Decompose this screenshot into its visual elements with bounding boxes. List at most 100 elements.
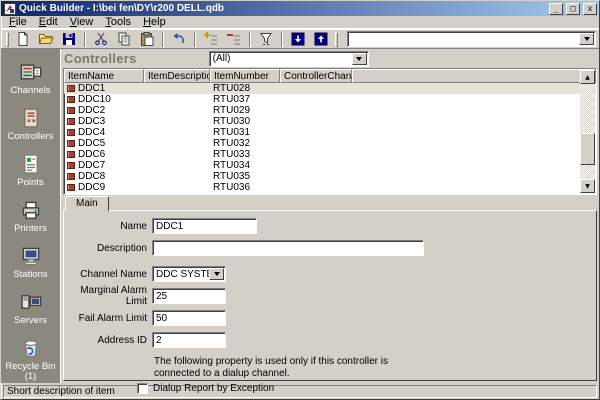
filter-button[interactable] bbox=[255, 30, 277, 48]
add-items-button[interactable] bbox=[200, 30, 222, 48]
channel-name-combobox[interactable]: DDC SYSTEM bbox=[152, 266, 226, 282]
marginal-alarm-limit-field[interactable] bbox=[152, 288, 226, 304]
cell-item-name: DDC10 bbox=[78, 94, 111, 105]
fail-alarm-limit-label: Fail Alarm Limit bbox=[64, 313, 152, 324]
cell-item-number: RTU032 bbox=[210, 138, 280, 149]
column-header-itemnumber[interactable]: ItemNumber bbox=[210, 69, 280, 83]
paste-clipboard-icon bbox=[139, 31, 155, 47]
sidebar-item-printers[interactable]: Printers bbox=[1, 197, 60, 234]
cell-item-number: RTU031 bbox=[210, 127, 280, 138]
new-button[interactable] bbox=[12, 30, 34, 48]
undo-button[interactable] bbox=[168, 30, 190, 48]
maximize-button[interactable]: □ bbox=[566, 3, 580, 15]
sidebar-item-servers[interactable]: Servers bbox=[1, 289, 60, 326]
controller-item-icon bbox=[67, 184, 75, 191]
menu-edit[interactable]: Edit bbox=[33, 16, 64, 29]
open-button[interactable] bbox=[35, 30, 57, 48]
save-floppy-icon bbox=[61, 31, 77, 47]
toolbar-separator bbox=[281, 32, 283, 47]
properties-panel: Main Name Description Channel Name bbox=[63, 195, 597, 383]
sidebar-item-label: Stations bbox=[13, 270, 47, 280]
sidebar-item-channels[interactable]: Channels bbox=[1, 59, 60, 96]
controller-item-icon bbox=[67, 118, 75, 125]
channel-name-value: DDC SYSTEM bbox=[153, 269, 209, 280]
controller-item-icon bbox=[67, 173, 75, 180]
table-row[interactable]: DDC8 RTU035 bbox=[64, 171, 596, 182]
menu-file[interactable]: File bbox=[3, 16, 33, 29]
download-button[interactable] bbox=[287, 30, 309, 48]
scroll-up-icon[interactable]: ▲ bbox=[580, 70, 595, 84]
fail-alarm-limit-input[interactable] bbox=[153, 312, 225, 324]
open-folder-icon bbox=[38, 31, 54, 47]
cell-item-name: DDC2 bbox=[78, 105, 105, 116]
channel-name-label: Channel Name bbox=[64, 269, 152, 280]
sidebar-item-controllers[interactable]: Controllers bbox=[1, 105, 60, 142]
chevron-down-icon[interactable] bbox=[209, 268, 224, 280]
sidebar-item-label: Controllers bbox=[8, 132, 54, 142]
download-icon bbox=[290, 31, 306, 47]
close-button[interactable]: x bbox=[583, 3, 597, 15]
cell-item-name: DDC9 bbox=[78, 182, 105, 193]
chevron-down-icon[interactable] bbox=[579, 33, 594, 45]
address-id-input[interactable] bbox=[153, 334, 225, 346]
controller-item-icon bbox=[67, 151, 75, 158]
sidebar-item-points[interactable]: Points bbox=[1, 151, 60, 188]
scrollbar-thumb[interactable] bbox=[580, 133, 595, 165]
tab-strip: Main bbox=[63, 195, 597, 210]
minimize-button[interactable]: _ bbox=[549, 3, 563, 15]
cut-button[interactable] bbox=[90, 30, 112, 48]
main-area: Channels Controllers Points Printers bbox=[1, 49, 599, 383]
toolbar-combobox[interactable] bbox=[347, 31, 596, 47]
address-id-field[interactable] bbox=[152, 332, 226, 348]
chevron-down-icon[interactable] bbox=[352, 53, 367, 65]
table-row[interactable]: DDC9 RTU036 bbox=[64, 182, 596, 193]
dialup-report-checkbox[interactable] bbox=[137, 383, 148, 394]
add-items-icon bbox=[203, 31, 219, 47]
name-label: Name bbox=[64, 221, 152, 232]
scroll-down-icon[interactable]: ▼ bbox=[580, 179, 595, 193]
sidebar-item-label: Servers bbox=[14, 316, 47, 326]
save-button[interactable] bbox=[58, 30, 80, 48]
description-field[interactable] bbox=[152, 240, 424, 256]
toolbar bbox=[1, 29, 599, 49]
table-row[interactable]: DDC10 RTU037 bbox=[64, 94, 596, 105]
toolbar-separator bbox=[84, 32, 86, 47]
table-row[interactable]: DDC3 RTU030 bbox=[64, 116, 596, 127]
menu-view[interactable]: View bbox=[64, 16, 100, 29]
table-row[interactable]: DDC4 RTU031 bbox=[64, 127, 596, 138]
menu-help[interactable]: Help bbox=[137, 16, 172, 29]
app-icon bbox=[4, 3, 16, 15]
cell-item-number: RTU033 bbox=[210, 149, 280, 160]
sidebar-item-recycle-bin[interactable]: Recycle Bin (1) bbox=[1, 335, 60, 382]
vertical-scrollbar[interactable]: ▲ ▼ bbox=[580, 70, 595, 193]
table-row[interactable]: DDC1 RTU028 bbox=[64, 83, 596, 94]
column-header-itemdescription[interactable]: ItemDescription bbox=[144, 69, 210, 83]
title-bar[interactable]: Quick Builder - I:\bei fen\DY\r200 DELL.… bbox=[1, 1, 599, 16]
marginal-alarm-limit-label: Marginal Alarm Limit bbox=[64, 285, 152, 307]
remove-items-button[interactable] bbox=[223, 30, 245, 48]
filter-combobox[interactable]: (All) bbox=[209, 51, 369, 67]
paste-button[interactable] bbox=[136, 30, 158, 48]
upload-button[interactable] bbox=[310, 30, 332, 48]
tab-main[interactable]: Main bbox=[65, 196, 109, 211]
table-row[interactable]: DDC6 RTU033 bbox=[64, 149, 596, 160]
sidebar-item-stations[interactable]: Stations bbox=[1, 243, 60, 280]
toolbar-grip[interactable] bbox=[335, 32, 338, 47]
toolbar-grip[interactable] bbox=[6, 32, 9, 47]
cell-item-number: RTU030 bbox=[210, 116, 280, 127]
table-row[interactable]: DDC7 RTU034 bbox=[64, 160, 596, 171]
menu-tools[interactable]: Tools bbox=[99, 16, 137, 29]
column-header-controllerchannel[interactable]: ControllerChann... bbox=[280, 69, 352, 83]
cell-item-number: RTU036 bbox=[210, 182, 280, 193]
column-header-itemname[interactable]: ItemName bbox=[64, 69, 144, 83]
list-header: ItemName ItemDescription ItemNumber Cont… bbox=[64, 69, 596, 83]
fail-alarm-limit-field[interactable] bbox=[152, 310, 226, 326]
cell-item-name: DDC5 bbox=[78, 138, 105, 149]
table-row[interactable]: DDC2 RTU029 bbox=[64, 105, 596, 116]
description-input[interactable] bbox=[153, 242, 423, 254]
table-row[interactable]: DDC5 RTU032 bbox=[64, 138, 596, 149]
marginal-alarm-limit-input[interactable] bbox=[153, 290, 225, 302]
name-field[interactable] bbox=[152, 218, 257, 234]
name-input[interactable] bbox=[153, 220, 256, 232]
copy-button[interactable] bbox=[113, 30, 135, 48]
